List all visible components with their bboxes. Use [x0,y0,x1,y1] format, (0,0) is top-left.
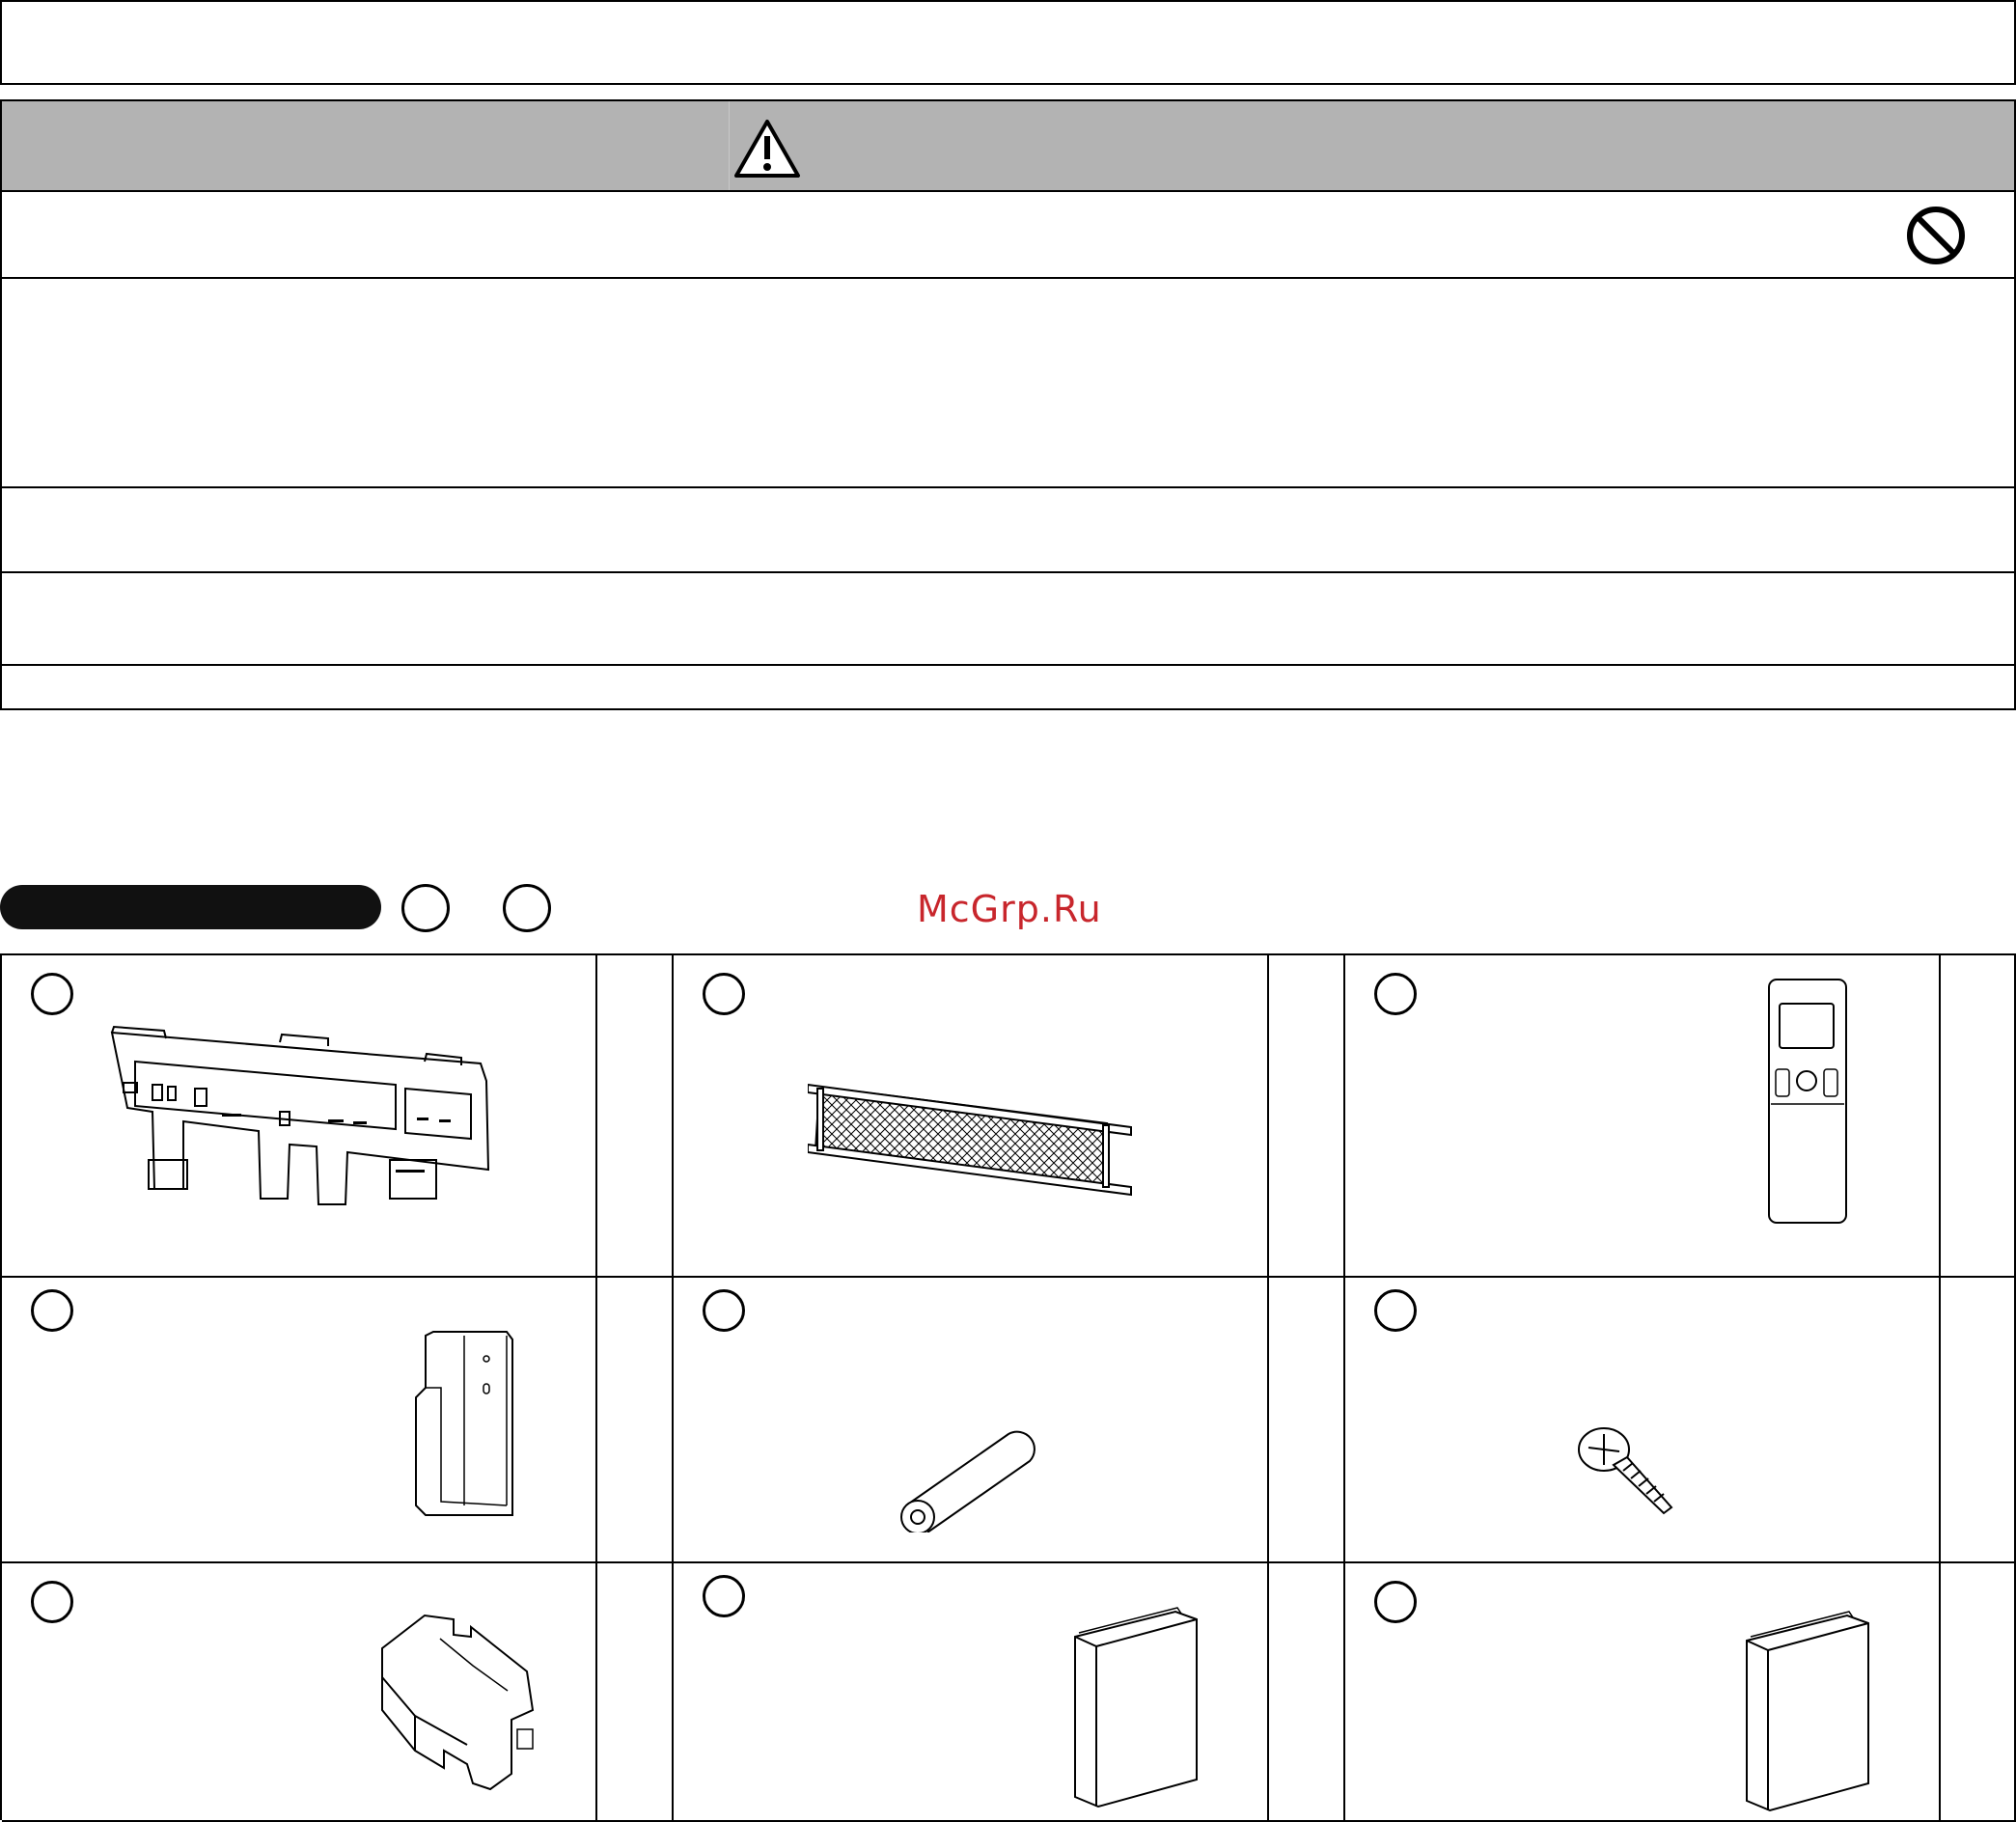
item-number-circle [1374,1581,1417,1623]
warning-row-5 [2,664,2014,710]
grid-vline [1343,955,1345,1820]
warning-row-3 [2,486,2014,573]
grid-vline [672,955,674,1820]
grid-vline [595,955,597,1820]
prohibition-icon [1907,207,1965,264]
manual-book-illustration [1746,1611,1869,1812]
grid-hline [2,1561,2016,1563]
clip-illustration [381,1614,535,1791]
accessories-grid [0,953,2016,1822]
warning-row-1 [2,190,2014,279]
watermark: McGrp.Ru [917,888,1102,930]
air-filter-illustration [808,1083,1132,1197]
warning-row-2 [2,277,2014,488]
screw-illustration [1578,1427,1673,1515]
grid-hline [2,1276,2016,1278]
top-note-box [0,0,2016,85]
remote-control-illustration [1768,979,1847,1224]
grid-vline [1267,955,1269,1820]
manual-book-illustration [1074,1607,1198,1808]
warning-row-4 [2,571,2014,666]
item-number-circle [1374,1289,1417,1332]
warning-header [2,101,2014,192]
header-divider [729,101,730,190]
warning-table [0,99,2016,710]
warning-triangle-icon [734,120,800,178]
item-number-circle [1374,973,1417,1015]
item-number-circle [703,973,745,1015]
accessories-heading-pill [0,885,381,929]
battery-illustration [900,1430,1036,1532]
heading-number-circle-a [401,884,450,932]
heading-number-circle-b [503,884,551,932]
grid-vline [1939,955,1941,1820]
item-number-circle [31,1581,73,1623]
item-number-circle [31,973,73,1015]
wall-mounting-plate-illustration [110,1025,490,1205]
remote-holder-illustration [415,1331,513,1516]
item-number-circle [703,1289,745,1332]
item-number-circle [703,1575,745,1617]
item-number-circle [31,1289,73,1332]
